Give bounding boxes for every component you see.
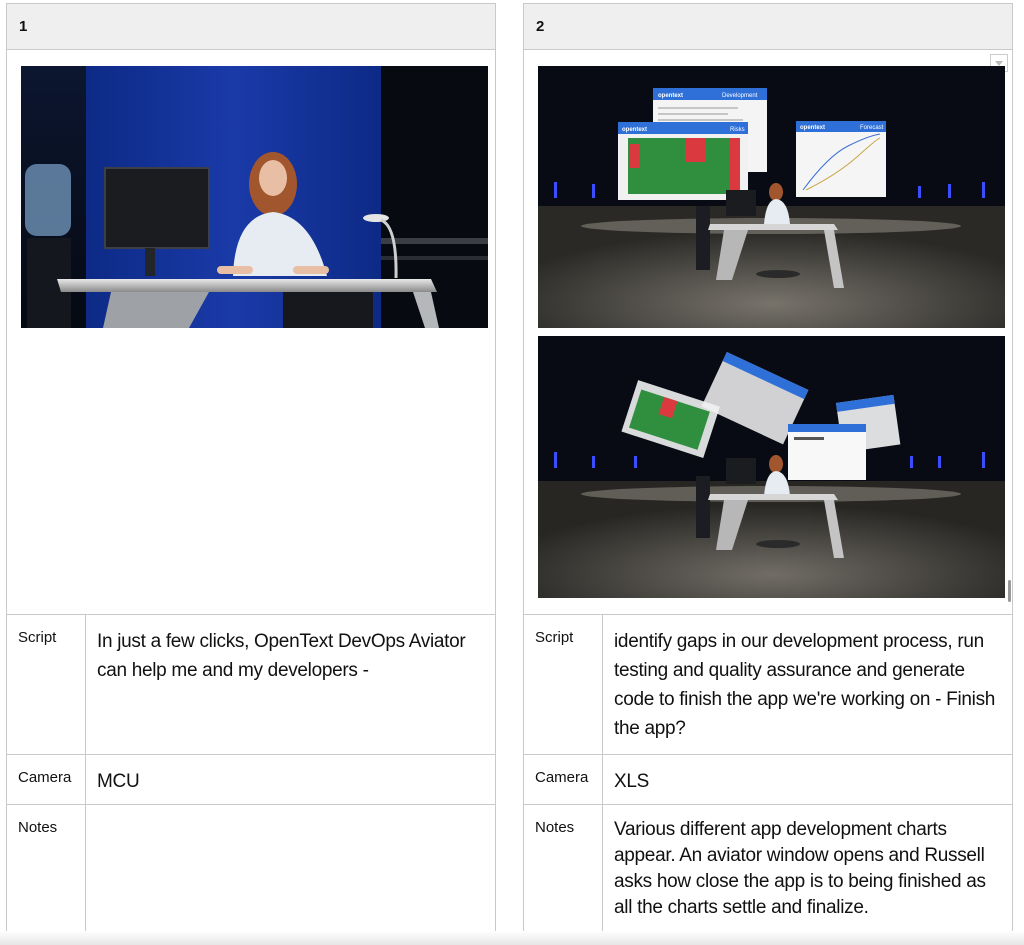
window-brand-text: opentext [800,125,825,131]
camera-text[interactable]: MCU [86,755,495,804]
camera-label: Camera [7,755,86,804]
notes-label: Notes [7,805,86,931]
script-text[interactable]: In just a few clicks, OpenText DevOps Av… [86,615,495,754]
camera-row: Camera XLS [524,755,1012,805]
scrollbar-thumb[interactable] [1008,580,1011,602]
storyboard-image-2a[interactable]: opentext Development opentext Risks open… [538,66,1005,328]
camera-row: Camera MCU [7,755,495,805]
window-brand-text: opentext [658,93,683,99]
notes-row: Notes [7,805,495,931]
script-row: Script In just a few clicks, OpenText De… [7,615,495,755]
notes-label: Notes [524,805,603,931]
camera-label: Camera [524,755,603,804]
script-row: Script identify gaps in our development … [524,615,1012,755]
image-area [7,50,495,615]
storyboard-image-1[interactable] [21,66,488,328]
panel-number: 1 [7,4,495,50]
image-area: opentext Development opentext Risks open… [524,50,1012,615]
development-window-title: Development [722,93,758,99]
storyboard-panel-2: 2 opentext Development opentext Risks op… [523,3,1013,932]
bottom-fade [0,931,1024,945]
forecast-window-title: Forecast [860,125,884,131]
risks-window-title: Risks [730,127,745,133]
panel-number: 2 [524,4,1012,50]
notes-row: Notes Various different app development … [524,805,1012,931]
storyboard-panel-1: 1 Script In just a few clicks, OpenText … [6,3,496,932]
camera-text[interactable]: XLS [603,755,1012,804]
storyboard-image-2b[interactable] [538,336,1005,598]
script-label: Script [7,615,86,754]
notes-text[interactable] [86,805,495,931]
notes-text[interactable]: Various different app development charts… [603,805,1012,931]
window-brand-text: opentext [622,127,647,133]
script-text[interactable]: identify gaps in our development process… [603,615,1012,754]
script-label: Script [524,615,603,754]
